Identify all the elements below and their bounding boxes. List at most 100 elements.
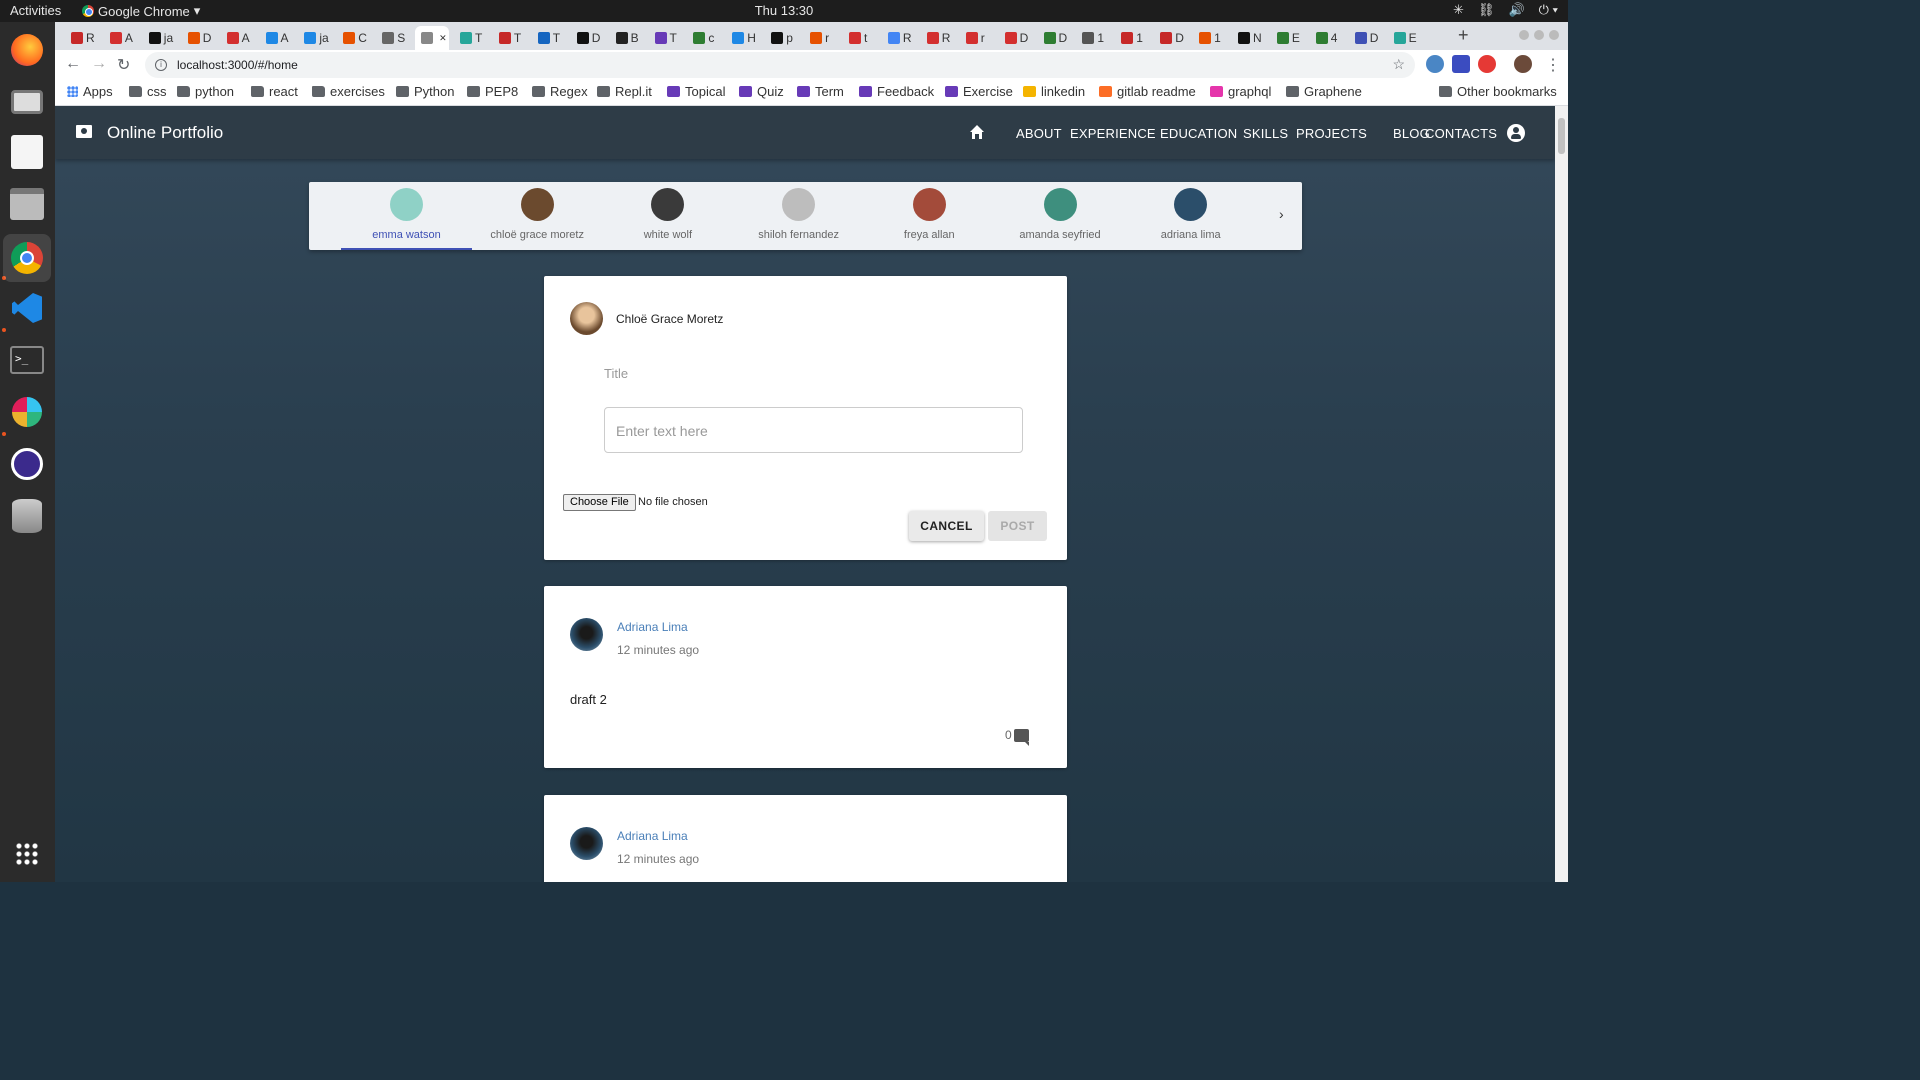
bookmark-graphene[interactable]: Graphene	[1286, 84, 1362, 99]
user-tab-white-wolf[interactable]: white wolf	[602, 182, 733, 250]
power-icon[interactable]: ⏻ ▾	[1539, 2, 1558, 18]
browser-tab[interactable]: E	[1271, 26, 1307, 50]
system-tray[interactable]: ✳ ⛓ 🔊 ⏻ ▾	[1453, 2, 1558, 18]
browser-tab[interactable]: R	[65, 26, 101, 50]
extension-icon[interactable]	[1426, 55, 1444, 73]
clock[interactable]: Thu 13:30	[0, 3, 1568, 18]
extension-icon[interactable]	[1452, 55, 1470, 73]
profile-avatar[interactable]	[1514, 55, 1532, 73]
cancel-button[interactable]: CANCEL	[909, 511, 984, 541]
terminal-icon[interactable]: >_	[7, 340, 47, 380]
title-input[interactable]: Title	[604, 366, 628, 381]
nav-projects[interactable]: PROJECTS	[1296, 126, 1367, 141]
slack-tray-icon[interactable]: ✳	[1453, 2, 1464, 18]
maximize-button[interactable]	[1534, 30, 1544, 40]
browser-tab[interactable]: D	[1154, 26, 1190, 50]
bookmark-repl-it[interactable]: Repl.it	[597, 84, 652, 99]
browser-tab[interactable]: D	[1349, 26, 1385, 50]
menu-icon[interactable]: ⋮	[1545, 55, 1561, 75]
browser-tab[interactable]: H	[726, 26, 762, 50]
browser-tab[interactable]: D	[999, 26, 1035, 50]
browser-tab[interactable]: t	[843, 26, 879, 50]
browser-tab[interactable]: ✕	[415, 26, 450, 50]
user-tab-emma-watson[interactable]: emma watson	[341, 182, 472, 250]
close-window-button[interactable]	[1549, 30, 1559, 40]
bookmark-css[interactable]: css	[129, 84, 167, 99]
comments-button[interactable]: 0	[1005, 728, 1029, 746]
user-tab-freya-allan[interactable]: freya allan	[864, 182, 995, 250]
bookmark-react[interactable]: react	[251, 84, 298, 99]
browser-tab[interactable]: D	[571, 26, 607, 50]
extension-icon[interactable]	[1478, 55, 1496, 73]
browser-tab[interactable]: D	[1038, 26, 1074, 50]
post-author[interactable]: Adriana Lima	[617, 620, 688, 634]
post-button[interactable]: POST	[988, 511, 1047, 541]
bookmark-gitlab-readme[interactable]: gitlab readme	[1099, 84, 1196, 99]
address-bar[interactable]: i localhost:3000/#/home ☆	[145, 52, 1415, 78]
browser-tab[interactable]: C	[337, 26, 373, 50]
nav-experience[interactable]: EXPERIENCE	[1070, 126, 1156, 141]
database-icon[interactable]	[7, 496, 47, 536]
nav-skills[interactable]: SKILLS	[1243, 126, 1288, 141]
chevron-right-icon[interactable]: ›	[1279, 206, 1284, 222]
games-icon[interactable]	[7, 132, 47, 172]
user-tab-chlo-grace-moretz[interactable]: chloë grace moretz	[472, 182, 603, 250]
browser-tab[interactable]: S	[376, 26, 412, 50]
volume-icon[interactable]: 🔊	[1508, 2, 1524, 18]
scrollbar-thumb[interactable]	[1558, 118, 1565, 154]
browser-tab[interactable]: A	[221, 26, 257, 50]
minimize-button[interactable]	[1519, 30, 1529, 40]
bookmark-graphql[interactable]: graphql	[1210, 84, 1271, 99]
bookmark-linkedin[interactable]: linkedin	[1023, 84, 1085, 99]
browser-tab[interactable]: 1	[1115, 26, 1151, 50]
brand-title[interactable]: Online Portfolio	[107, 123, 223, 143]
browser-tab[interactable]: 1	[1193, 26, 1229, 50]
browser-tab[interactable]: T	[649, 26, 685, 50]
slack-icon[interactable]	[7, 392, 47, 432]
browser-tab[interactable]: R	[882, 26, 918, 50]
bookmark-exercises[interactable]: exercises	[312, 84, 385, 99]
account-icon[interactable]	[1507, 124, 1525, 142]
browser-tab[interactable]: B	[610, 26, 646, 50]
bookmark-python[interactable]: Python	[396, 84, 454, 99]
network-icon[interactable]: ⛓	[1478, 2, 1495, 18]
browser-tab[interactable]: r	[804, 26, 840, 50]
url-text[interactable]: localhost:3000/#/home	[177, 58, 298, 72]
user-tab-adriana-lima[interactable]: adriana lima	[1125, 182, 1256, 250]
show-apps-icon[interactable]	[7, 834, 47, 874]
browser-tab[interactable]: A	[260, 26, 296, 50]
browser-tab[interactable]: N	[1232, 26, 1268, 50]
activities-button[interactable]: Activities	[10, 3, 61, 18]
browser-tab[interactable]: 1	[1076, 26, 1112, 50]
browser-tab[interactable]: ja	[298, 26, 334, 50]
browser-tab[interactable]: D	[182, 26, 218, 50]
nav-about[interactable]: ABOUT	[1016, 126, 1062, 141]
eclipse-icon[interactable]	[7, 444, 47, 484]
bookmark-star-icon[interactable]: ☆	[1392, 56, 1405, 73]
app-menu[interactable]: Google Chrome ▾	[82, 3, 200, 19]
firefox-icon[interactable]	[7, 30, 47, 70]
site-info-icon[interactable]: i	[155, 59, 167, 71]
other-bookmarks[interactable]: Other bookmarks	[1439, 84, 1557, 99]
text-input[interactable]: Enter text here	[604, 407, 1023, 453]
bookmark-exercise[interactable]: Exercise	[945, 84, 1013, 99]
close-tab-icon[interactable]: ✕	[439, 33, 447, 44]
back-icon[interactable]: ←	[65, 55, 81, 73]
new-tab-button[interactable]: +	[1458, 25, 1469, 46]
bookmark-python[interactable]: python	[177, 84, 234, 99]
choose-file-button[interactable]: Choose File	[563, 494, 636, 511]
bookmark-apps[interactable]: Apps	[67, 84, 113, 99]
bookmark-regex[interactable]: Regex	[532, 84, 588, 99]
browser-tab[interactable]: 4	[1310, 26, 1346, 50]
browser-tab[interactable]: c	[687, 26, 723, 50]
browser-tab[interactable]: E	[1388, 26, 1424, 50]
bookmark-feedback[interactable]: Feedback	[859, 84, 934, 99]
nav-education[interactable]: EDUCATION	[1160, 126, 1237, 141]
browser-tab[interactable]: p	[765, 26, 801, 50]
browser-tab[interactable]: ja	[143, 26, 179, 50]
browser-tab[interactable]: T	[493, 26, 529, 50]
browser-tab[interactable]: T	[532, 26, 568, 50]
browser-tab[interactable]: r	[960, 26, 996, 50]
post-author[interactable]: Adriana Lima	[617, 829, 688, 843]
nav-contacts[interactable]: CONTACTS	[1425, 126, 1497, 141]
